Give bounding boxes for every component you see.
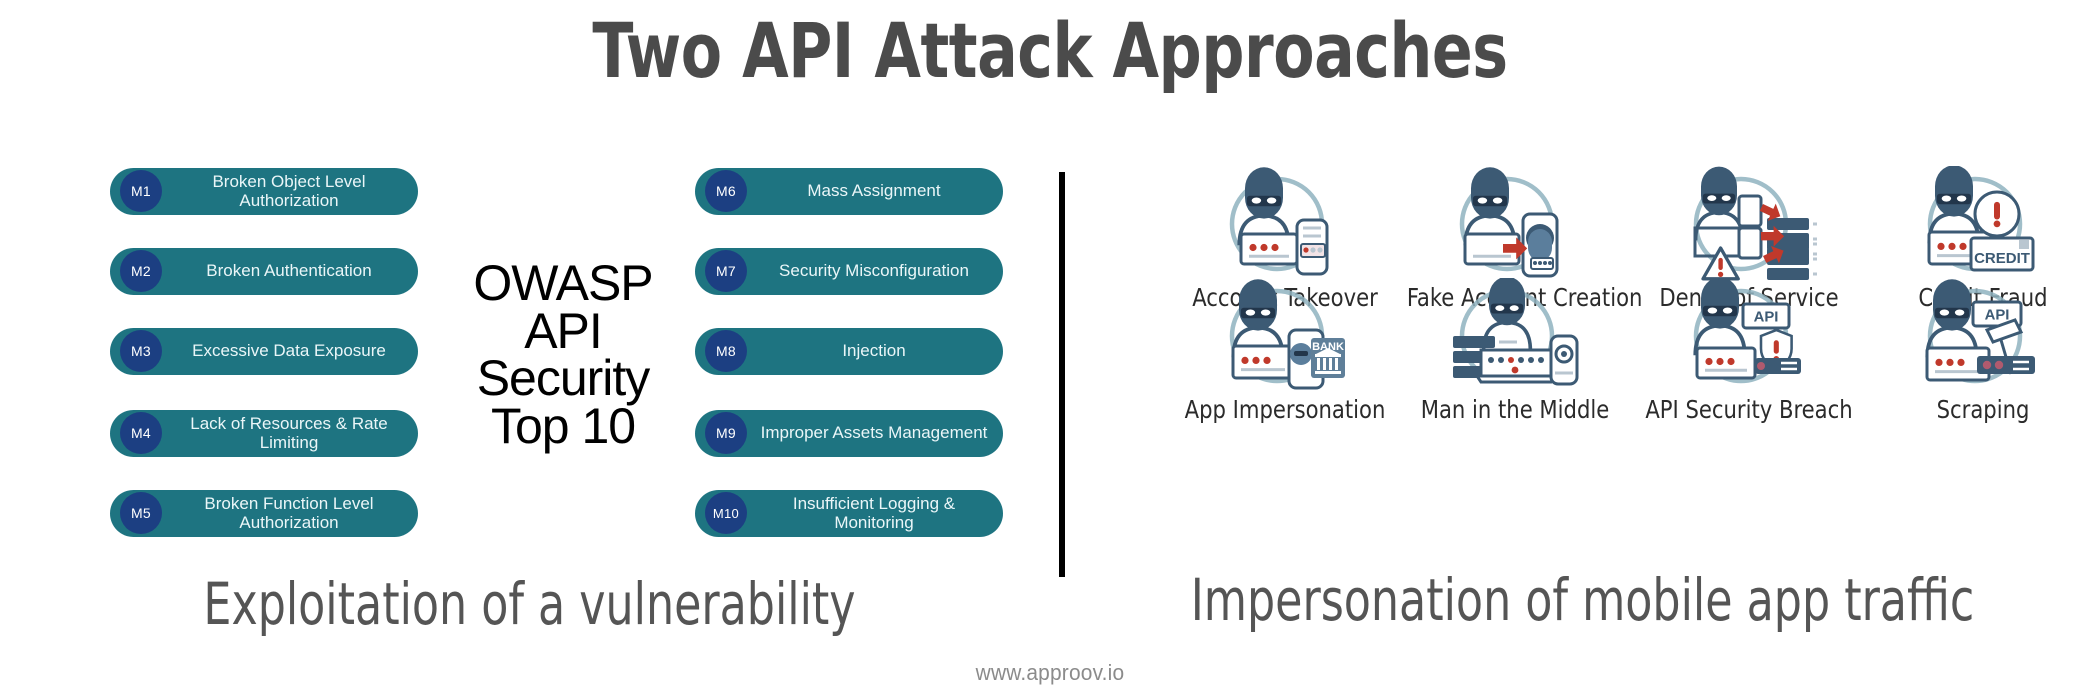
owasp-pill-m1[interactable]: M1 Broken Object Level Authorization xyxy=(110,168,418,215)
owasp-pill-m9[interactable]: M9 Improper Assets Management xyxy=(695,410,1003,457)
masked-attacker-flood-servers-warning-icon xyxy=(1634,165,1864,283)
owasp-code-badge: M7 xyxy=(705,250,747,292)
owasp-code-badge: M4 xyxy=(120,412,162,454)
masked-attacker-fake-bank-app-icon: BANK xyxy=(1170,277,1400,395)
caption-left: Exploitation of a vulnerability xyxy=(203,570,856,638)
owasp-pill-label: Broken Function Level Authorization xyxy=(204,494,374,532)
footer-url: www.approov.io xyxy=(975,660,1125,685)
attack-icon-label: Man in the Middle xyxy=(1420,395,1610,424)
owasp-pill-m4[interactable]: M4 Lack of Resources & Rate Limiting xyxy=(110,410,418,457)
owasp-pill-label: Broken Authentication xyxy=(206,261,372,281)
attack-icon-cell[interactable]: BANK App Impersonation xyxy=(1170,277,1400,424)
owasp-pill-label: Improper Assets Management xyxy=(760,423,988,443)
owasp-pill-label: Broken Object Level Authorization xyxy=(212,172,366,210)
owasp-pill-label: Injection xyxy=(842,341,906,361)
infographic-canvas: Two API Attack Approaches M1 Broken Objec… xyxy=(0,0,2100,700)
owasp-pill-label: Lack of Resources & Rate Limiting xyxy=(190,414,388,452)
caption-right: Impersonation of mobile app traffic xyxy=(1190,566,1975,634)
masked-attacker-api-shield-alert-icon: API xyxy=(1634,277,1864,395)
owasp-title-block: OWASP API Security Top 10 xyxy=(443,255,683,454)
owasp-code-badge: M5 xyxy=(120,492,162,534)
owasp-code-badge: M3 xyxy=(120,330,162,372)
attack-icon-cell[interactable]: API API Security Breach xyxy=(1634,277,1864,424)
masked-attacker-credit-card-alert-icon: CREDIT xyxy=(1868,165,2098,283)
owasp-pill-label: Excessive Data Exposure xyxy=(192,341,386,361)
owasp-pill-m5[interactable]: M5 Broken Function Level Authorization xyxy=(110,490,418,537)
attack-icon-label: App Impersonation xyxy=(1184,395,1386,424)
owasp-title-line: Security xyxy=(476,350,651,406)
masked-attacker-api-scraper-icon: API xyxy=(1868,277,2098,395)
attack-icon-cell[interactable]: Man in the Middle xyxy=(1400,277,1630,424)
attack-icon-label: API Security Breach xyxy=(1645,395,1853,424)
owasp-code-badge: M1 xyxy=(120,170,162,212)
svg-text:API: API xyxy=(1754,310,1779,326)
owasp-pill-label: Mass Assignment xyxy=(807,181,941,201)
owasp-title-line: API xyxy=(524,302,603,359)
owasp-pill-label: Insufficient Logging & Monitoring xyxy=(792,494,956,532)
owasp-pill-m7[interactable]: M7 Security Misconfiguration xyxy=(695,248,1003,295)
page-title: Two API Attack Approaches xyxy=(592,6,1508,95)
owasp-pill-m10[interactable]: M10 Insufficient Logging & Monitoring xyxy=(695,490,1003,537)
owasp-code-badge: M9 xyxy=(705,412,747,454)
owasp-pill-label: Security Misconfiguration xyxy=(779,261,969,281)
masked-attacker-fake-face-icon xyxy=(1400,165,1630,283)
svg-text:CREDIT: CREDIT xyxy=(1974,250,2030,267)
owasp-code-badge: M10 xyxy=(705,492,747,534)
owasp-title-line: OWASP xyxy=(473,255,653,311)
masked-attacker-intercept-servers-icon xyxy=(1400,277,1630,395)
owasp-code-badge: M2 xyxy=(120,250,162,292)
owasp-code-badge: M8 xyxy=(705,330,747,372)
attack-icon-cell[interactable]: API Scraping xyxy=(1868,277,2098,424)
owasp-pill-m2[interactable]: M2 Broken Authentication xyxy=(110,248,418,295)
section-divider xyxy=(1059,172,1065,577)
attack-icon-label: Scraping xyxy=(1936,395,2030,424)
owasp-title-line: Top 10 xyxy=(490,397,636,454)
owasp-pill-m6[interactable]: M6 Mass Assignment xyxy=(695,168,1003,215)
owasp-pill-m8[interactable]: M8 Injection xyxy=(695,328,1003,375)
owasp-pill-m3[interactable]: M3 Excessive Data Exposure xyxy=(110,328,418,375)
masked-attacker-phone-password-icon xyxy=(1170,165,1400,283)
owasp-code-badge: M6 xyxy=(705,170,747,212)
svg-text:API: API xyxy=(1985,308,2010,324)
